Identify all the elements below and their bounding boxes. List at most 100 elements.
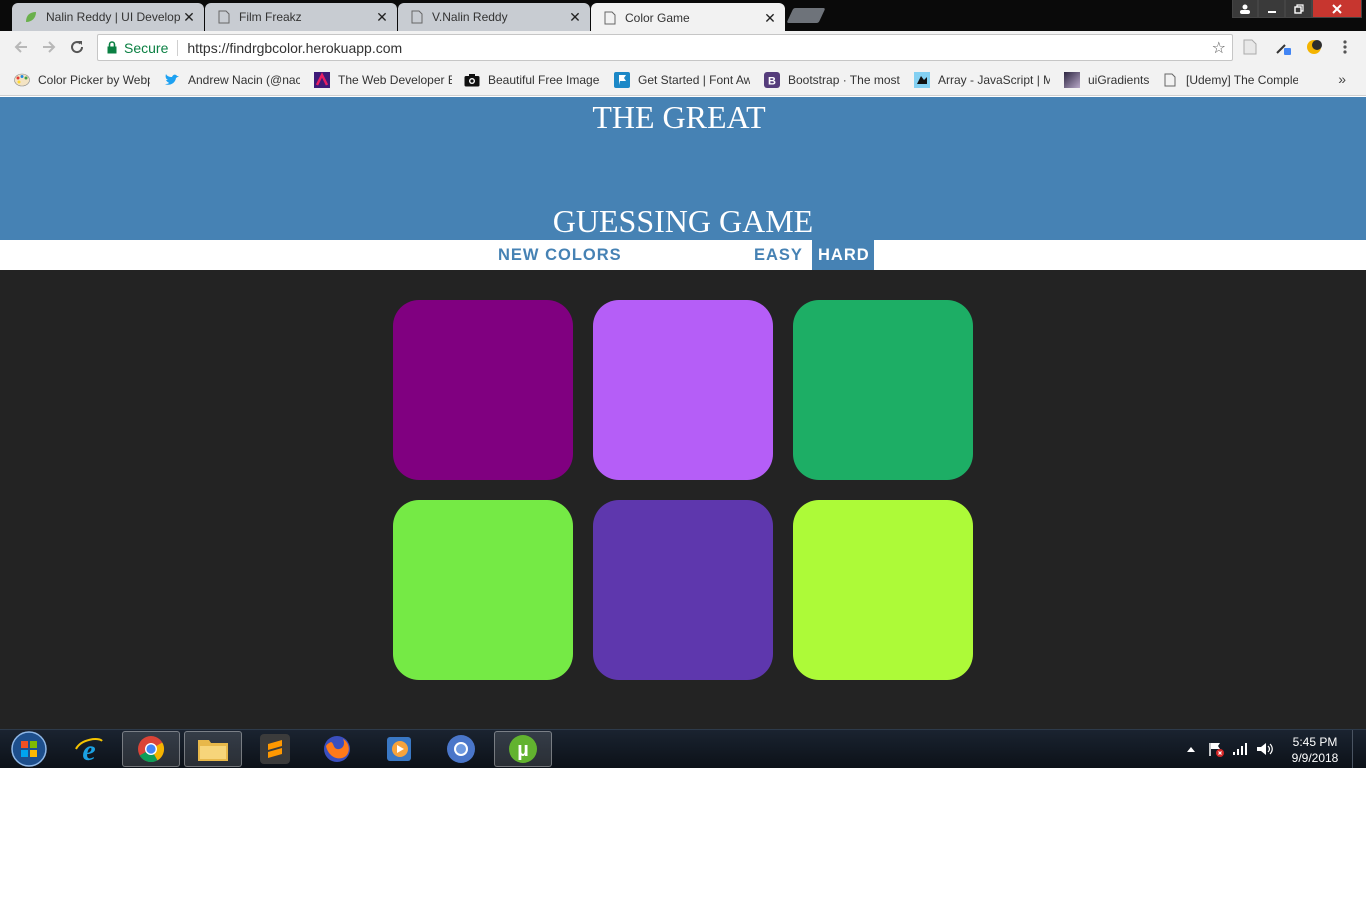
twitter-icon	[164, 72, 180, 88]
chromium-icon[interactable]	[432, 731, 490, 767]
tab-title: Color Game	[625, 10, 690, 25]
action-center-icon[interactable]	[1208, 730, 1224, 768]
svg-text:µ: µ	[517, 739, 529, 761]
internet-explorer-icon[interactable]: e	[60, 731, 118, 767]
back-button[interactable]	[7, 33, 35, 61]
bookmark-label: Get Started | Font Aw	[638, 73, 750, 87]
easy-mode-button[interactable]: EASY	[748, 240, 809, 270]
gradient-icon	[1064, 72, 1080, 88]
color-square[interactable]	[393, 300, 573, 480]
restore-button[interactable]	[1285, 0, 1312, 18]
moon-extension-icon[interactable]	[1305, 38, 1323, 56]
url-text[interactable]: https://findrgbcolor.herokuapp.com	[187, 40, 402, 56]
eyedropper-extension-icon[interactable]	[1274, 38, 1292, 56]
bookmark-free-images[interactable]: Beautiful Free Images	[464, 71, 600, 89]
address-bar[interactable]: Secure https://findrgbcolor.herokuapp.co…	[97, 34, 1233, 61]
camera-icon	[464, 72, 480, 88]
bookmark-label: Array - JavaScript | M	[938, 73, 1050, 87]
color-square[interactable]	[393, 500, 573, 680]
clock-date: 9/9/2018	[1291, 751, 1339, 765]
tab-film-freakz[interactable]: Film Freakz ✕	[205, 3, 397, 31]
title-line-2: GUESSING GAME	[552, 203, 814, 239]
firefox-icon[interactable]	[308, 731, 366, 767]
leaf-icon	[24, 10, 38, 24]
bookmark-color-picker[interactable]: Color Picker by Webp	[14, 71, 150, 89]
bookmark-label: The Web Developer E	[338, 73, 452, 87]
page-content: THE GREAT GUESSING GAME NEW COLORS EASY …	[0, 97, 1366, 729]
color-square[interactable]	[593, 500, 773, 680]
bookmark-star-icon[interactable]: ☆	[1212, 38, 1226, 58]
network-signal-icon[interactable]	[1232, 730, 1248, 768]
document-icon	[1162, 72, 1178, 88]
omnibox-separator	[177, 39, 179, 56]
bookmark-web-developer[interactable]: The Web Developer E	[314, 71, 452, 89]
secure-label: Secure	[124, 39, 169, 56]
secure-indicator[interactable]: Secure	[107, 40, 168, 56]
bookmark-label: Beautiful Free Images	[488, 73, 600, 87]
user-icon[interactable]	[1232, 0, 1258, 18]
game-header: THE GREAT GUESSING GAME	[0, 97, 1366, 240]
close-icon[interactable]: ✕	[568, 10, 582, 24]
tab-title: V.Nalin Reddy	[432, 10, 508, 24]
pdf-extension-icon[interactable]	[1241, 38, 1259, 56]
close-icon[interactable]: ✕	[182, 10, 196, 24]
bookmark-label: Bootstrap · The most	[788, 73, 900, 87]
windows-taskbar: e µ 5:45 PM 9/9/2018	[0, 729, 1366, 768]
browser-toolbar: Secure https://findrgbcolor.herokuapp.co…	[0, 31, 1366, 64]
bootstrap-icon: B	[764, 72, 780, 88]
course-icon	[314, 72, 330, 88]
bookmark-uigradients[interactable]: uiGradients	[1064, 71, 1154, 89]
color-square[interactable]	[793, 300, 973, 480]
reload-button[interactable]	[63, 33, 91, 61]
minimize-button[interactable]	[1258, 0, 1285, 18]
new-colors-button[interactable]: NEW COLORS	[492, 240, 628, 270]
tab-strip: Nalin Reddy | UI Develop ✕ Film Freakz ✕…	[0, 0, 1366, 31]
palette-icon	[14, 72, 30, 88]
chrome-icon[interactable]	[122, 731, 180, 767]
color-square[interactable]	[593, 300, 773, 480]
lock-icon	[107, 41, 117, 54]
tab-title: Nalin Reddy | UI Develop	[46, 10, 181, 24]
show-desktop-button[interactable]	[1352, 730, 1366, 768]
mdn-icon	[914, 72, 930, 88]
new-tab-button[interactable]	[786, 8, 826, 23]
title-line-1: THE GREAT	[592, 99, 766, 135]
more-bookmarks-button[interactable]: »	[1338, 71, 1346, 87]
controls-stripe: NEW COLORS EASY HARD	[0, 240, 1366, 270]
volume-icon[interactable]	[1256, 730, 1274, 768]
chrome-menu-icon[interactable]	[1336, 38, 1354, 56]
bookmark-andrew-nacin[interactable]: Andrew Nacin (@nac	[164, 71, 300, 89]
media-player-icon[interactable]	[370, 731, 428, 767]
bookmark-bootstrap[interactable]: B Bootstrap · The most	[764, 71, 900, 89]
tab-title: Film Freakz	[239, 10, 302, 24]
bookmark-label: [Udemy] The Comple	[1186, 73, 1298, 87]
close-icon[interactable]: ✕	[375, 10, 389, 24]
flag-icon	[614, 72, 630, 88]
clock-time: 5:45 PM	[1292, 735, 1338, 749]
close-icon[interactable]: ✕	[763, 11, 777, 25]
tab-v-nalin-reddy[interactable]: V.Nalin Reddy ✕	[398, 3, 590, 31]
bookmark-label: Color Picker by Webp	[38, 73, 150, 87]
close-window-button[interactable]	[1312, 0, 1362, 18]
bookmark-mdn-array[interactable]: Array - JavaScript | M	[914, 71, 1050, 89]
tab-color-game[interactable]: Color Game ✕	[591, 3, 785, 31]
bookmark-udemy[interactable]: [Udemy] The Comple	[1162, 71, 1298, 89]
utorrent-icon[interactable]: µ	[494, 731, 552, 767]
bookmark-font-awesome[interactable]: Get Started | Font Aw	[614, 71, 750, 89]
sublime-text-icon[interactable]	[246, 731, 304, 767]
hard-mode-button[interactable]: HARD	[812, 240, 874, 270]
tray-expand-icon[interactable]	[1186, 730, 1196, 768]
document-icon	[603, 11, 617, 25]
file-explorer-icon[interactable]	[184, 731, 242, 767]
forward-button[interactable]	[35, 33, 63, 61]
window-controls	[1232, 0, 1362, 18]
tab-nalin-reddy[interactable]: Nalin Reddy | UI Develop ✕	[12, 3, 204, 31]
document-icon	[217, 10, 231, 24]
bookmark-label: uiGradients	[1088, 73, 1150, 87]
color-square[interactable]	[793, 500, 973, 680]
svg-text:B: B	[768, 76, 776, 88]
system-clock[interactable]: 5:45 PM 9/9/2018	[1280, 734, 1350, 766]
document-icon	[410, 10, 424, 24]
windows-start-icon[interactable]	[0, 731, 58, 767]
bookmark-label: Andrew Nacin (@nac	[188, 73, 300, 87]
